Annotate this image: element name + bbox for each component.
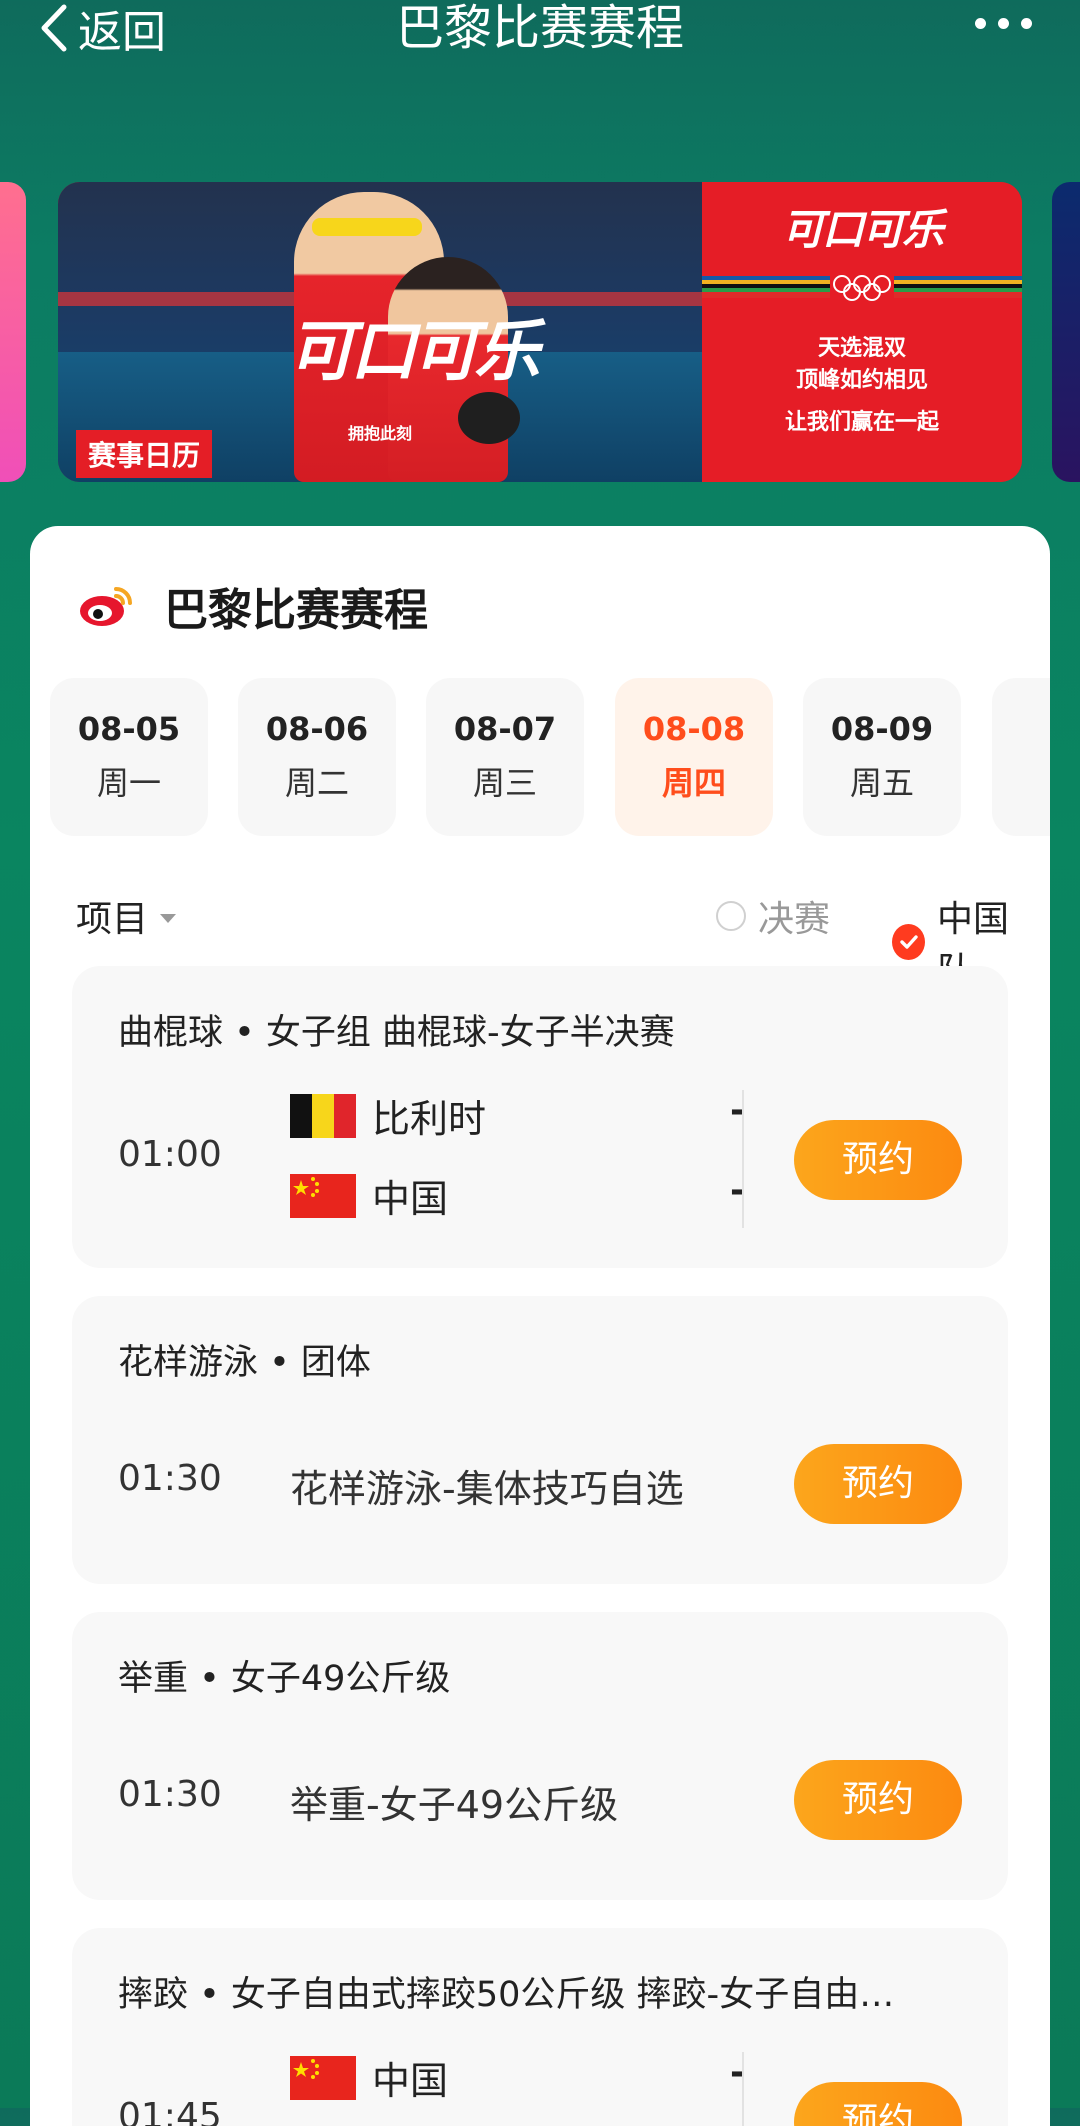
sheet-header: 巴黎比赛赛程 [78, 574, 428, 638]
final-filter[interactable]: 决赛 [716, 890, 830, 942]
date-label: 08-07 [453, 710, 557, 748]
brand-logo-right: 可口可乐 [781, 205, 944, 254]
more-menu-icon[interactable] [975, 18, 1032, 29]
top-bar: 返回 巴黎比赛赛程 [0, 0, 1080, 60]
olympic-rings-icon [830, 270, 894, 306]
reserve-button[interactable]: 预约 [794, 1760, 962, 1840]
event-card: 花样游泳 • 团体 01:30 花样游泳-集体技巧自选 预约 [72, 1296, 1008, 1584]
radio-unchecked-icon [716, 901, 746, 931]
promo-banner[interactable]: 可口可乐 拥抱此刻 赛事日历 可口可乐 天选混双 顶峰如约相见 让我们赢在一起 [58, 182, 1022, 482]
china-flag-icon [290, 2055, 356, 2100]
banner-photo: 可口可乐 拥抱此刻 赛事日历 [58, 182, 702, 482]
category-filter[interactable]: 项目 [76, 890, 177, 942]
divider [742, 1090, 744, 1228]
china-flag-icon [290, 1173, 356, 1218]
category-filter-label: 项目 [76, 899, 149, 940]
caret-down-icon [160, 913, 177, 923]
event-time: 01:30 [118, 1774, 222, 1815]
divider [742, 2052, 744, 2126]
event-title: 曲棍球 • 女子组 曲棍球-女子半决赛 [118, 1013, 675, 1053]
date-tab-0809[interactable]: 08-09 周五 [803, 678, 961, 836]
event-time: 01:45 [118, 2096, 222, 2126]
team-name: 中国 [372, 1177, 449, 1221]
schedule-title: 巴黎比赛赛程 [164, 585, 428, 636]
reserve-button[interactable]: 预约 [794, 1444, 962, 1524]
paddle-icon [458, 392, 520, 444]
weekday-label: 周三 [472, 764, 537, 802]
reserve-button[interactable]: 预约 [794, 2082, 962, 2126]
schedule-sheet: 巴黎比赛赛程 08-05 周一 08-06 周二 08-07 周三 08-08 … [30, 526, 1050, 2126]
banner-next-peek[interactable] [1052, 182, 1080, 482]
event-name: 举重-女子49公斤级 [290, 1783, 619, 1827]
banner-ad-panel: 可口可乐 天选混双 顶峰如约相见 让我们赢在一起 [702, 182, 1022, 482]
banner-line-1: 天选混双 [817, 336, 906, 361]
event-title: 举重 • 女子49公斤级 [118, 1659, 451, 1699]
team-row: 比利时 [290, 1088, 486, 1143]
weibo-icon [80, 587, 132, 626]
date-label: 08-06 [265, 710, 369, 748]
weekday-label: 周二 [284, 764, 349, 802]
weekday-label: 周一 [96, 764, 161, 802]
date-tab-0805[interactable]: 08-05 周一 [50, 678, 208, 836]
banner-prev-peek[interactable] [0, 182, 26, 482]
banner-tagline: 拥抱此刻 [348, 424, 413, 443]
event-time: 01:00 [118, 1134, 222, 1175]
event-card: 曲棍球 • 女子组 曲棍球-女子半决赛 01:00 比利时 - 中国 - 预约 [72, 966, 1008, 1268]
date-label: 08-08 [642, 710, 746, 748]
banner-line-2: 顶峰如约相见 [795, 368, 928, 393]
date-tabs: 08-05 周一 08-06 周二 08-07 周三 08-08 周四 08-0… [50, 678, 1050, 838]
date-tab-0807[interactable]: 08-07 周三 [426, 678, 584, 836]
team-name: 比利时 [372, 1097, 487, 1141]
brand-logo: 可口可乐 [288, 312, 540, 390]
team-row: 中国 [290, 1168, 448, 1223]
event-time: 01:30 [118, 1458, 222, 1499]
event-title: 摔跤 • 女子自由式摔跤50公斤级 摔跤-女子自由… [118, 1975, 895, 2015]
event-name: 花样游泳-集体技巧自选 [290, 1467, 684, 1511]
event-card: 摔跤 • 女子自由式摔跤50公斤级 摔跤-女子自由… 01:45 中国 - 预约 [72, 1928, 1008, 2126]
team-name: 中国 [372, 2059, 449, 2103]
date-label: 08 [992, 710, 1050, 748]
check-circle-icon [892, 924, 925, 960]
date-label: 08-05 [77, 710, 181, 748]
final-filter-label: 决赛 [758, 899, 831, 940]
date-tab-next[interactable]: 08 周 [992, 678, 1050, 836]
date-tab-0806[interactable]: 08-06 周二 [238, 678, 396, 836]
weekday-label: 周五 [849, 764, 914, 802]
date-tab-0808[interactable]: 08-08 周四 [615, 678, 773, 836]
event-title: 花样游泳 • 团体 [118, 1343, 371, 1383]
banner-line-3: 让我们赢在一起 [784, 410, 939, 435]
weekday-label: 周 [992, 758, 1050, 804]
filter-bar: 项目 决赛 中国队 [76, 890, 1036, 992]
date-label: 08-09 [830, 710, 934, 748]
page-title: 巴黎比赛赛程 [395, 0, 684, 56]
event-card: 举重 • 女子49公斤级 01:30 举重-女子49公斤级 预约 [72, 1612, 1008, 1900]
belgium-flag-icon [290, 1093, 356, 1138]
weekday-label: 周四 [661, 764, 726, 802]
calendar-badge: 赛事日历 [76, 430, 213, 478]
team-row: 中国 [290, 2050, 448, 2105]
reserve-button[interactable]: 预约 [794, 1120, 962, 1200]
